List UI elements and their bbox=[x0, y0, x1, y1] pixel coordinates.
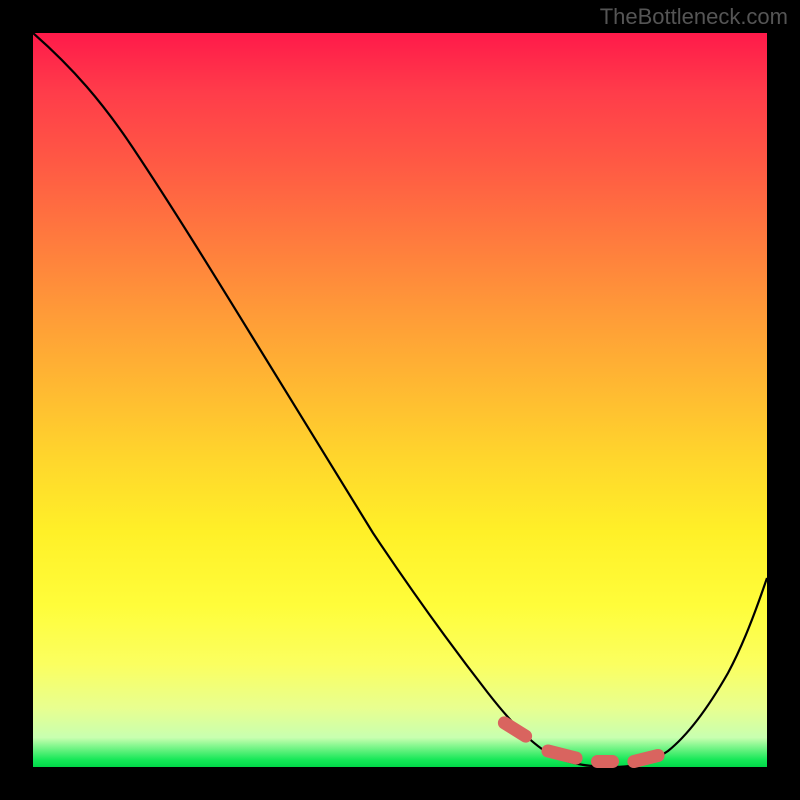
plot-area bbox=[33, 33, 767, 767]
curve-svg bbox=[33, 33, 767, 767]
watermark-text: TheBottleneck.com bbox=[600, 4, 788, 30]
bottleneck-curve bbox=[33, 33, 767, 767]
optimal-marker-3 bbox=[591, 755, 619, 768]
